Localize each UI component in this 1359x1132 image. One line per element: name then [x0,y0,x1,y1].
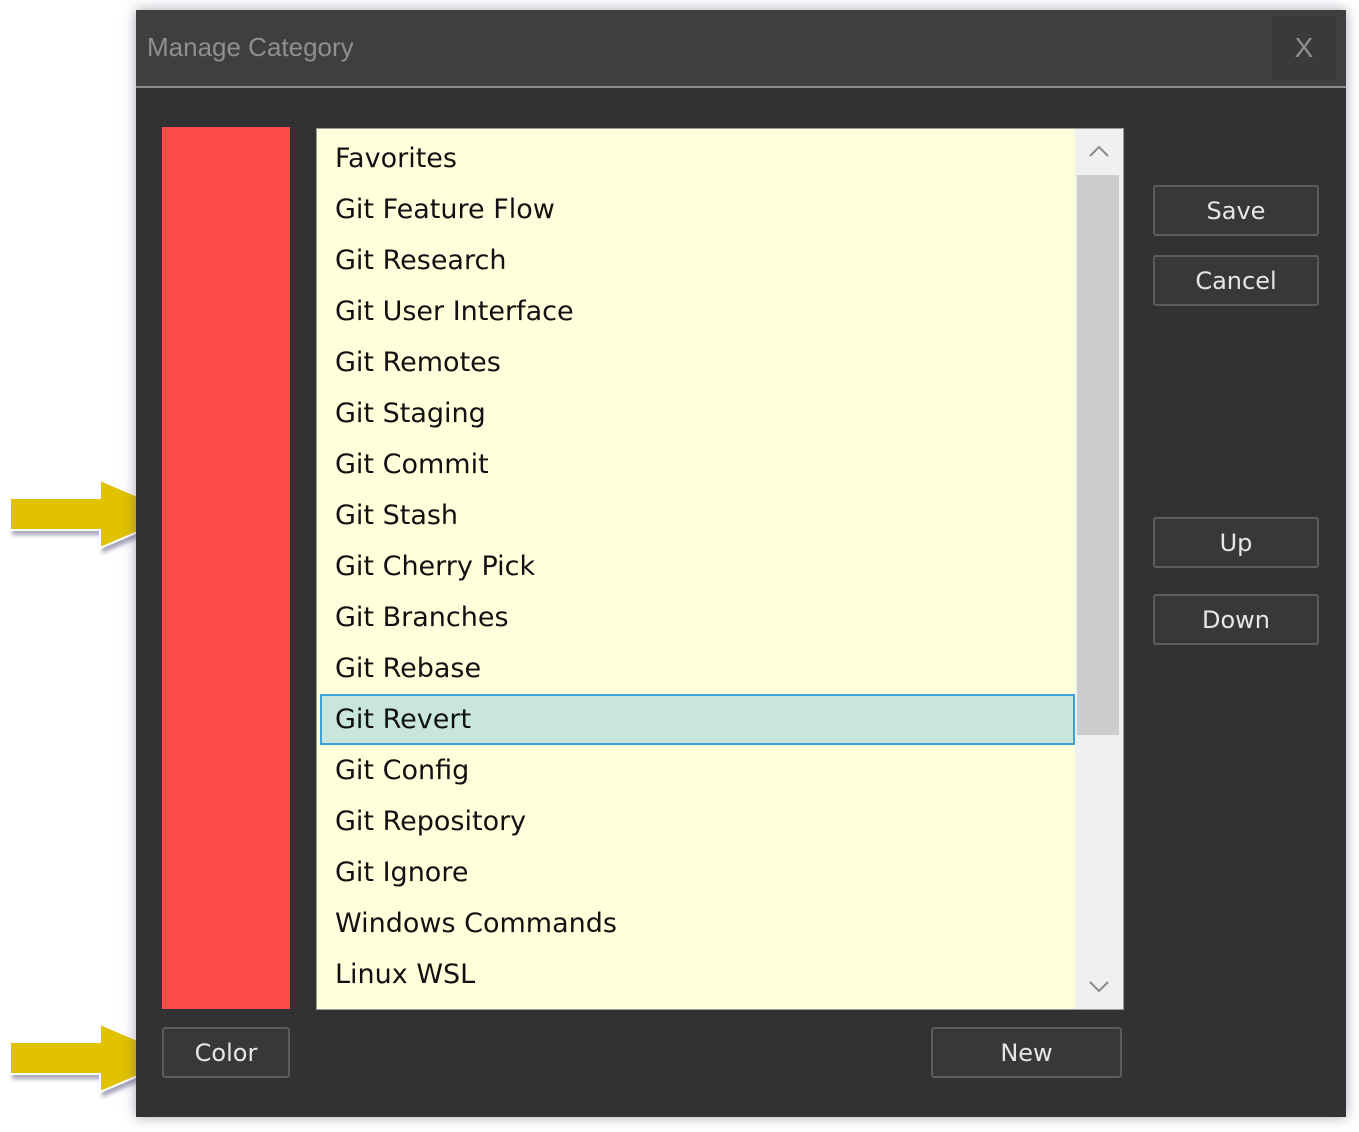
list-item[interactable]: Windows Commands [320,898,1075,949]
dialog-title: Manage Category [147,32,354,62]
list-item[interactable]: Git Research [320,235,1075,286]
category-color-swatch [162,127,290,1009]
list-item[interactable]: Git Ignore [320,847,1075,898]
cancel-button[interactable]: Cancel [1153,255,1319,306]
list-item[interactable]: Git Cherry Pick [320,541,1075,592]
new-category-button[interactable]: New [931,1027,1122,1078]
chevron-down-icon[interactable] [1075,965,1123,1009]
list-item[interactable]: Git Config [320,745,1075,796]
list-item[interactable]: Git Commit [320,439,1075,490]
chevron-up-icon[interactable] [1075,129,1123,173]
list-item[interactable]: Git User Interface [320,286,1075,337]
move-up-button[interactable]: Up [1153,517,1319,568]
list-item[interactable]: Git Repository [320,796,1075,847]
category-list-items: Favorites Git Feature Flow Git Research Git… [320,133,1075,1000]
list-item[interactable]: Git Feature Flow [320,184,1075,235]
list-item[interactable]: Git Rebase [320,643,1075,694]
list-item[interactable]: Git Staging [320,388,1075,439]
list-item[interactable]: Git Stash [320,490,1075,541]
title-bar[interactable]: Manage Category X [136,10,1346,88]
close-button[interactable]: X [1272,16,1336,80]
manage-category-dialog: Manage Category X Favorites Git Feature F… [136,10,1346,1117]
list-item[interactable]: Git Remotes [320,337,1075,388]
list-item[interactable]: Favorites [320,133,1075,184]
list-item[interactable]: Linux WSL [320,949,1075,1000]
color-button[interactable]: Color [162,1027,290,1078]
save-button[interactable]: Save [1153,185,1319,236]
list-item[interactable]: Git Revert [320,694,1075,745]
list-item[interactable]: Git Branches [320,592,1075,643]
scrollbar-thumb[interactable] [1077,175,1119,735]
list-scrollbar[interactable] [1075,129,1123,1009]
category-list[interactable]: Favorites Git Feature Flow Git Research Git… [316,128,1124,1010]
move-down-button[interactable]: Down [1153,594,1319,645]
